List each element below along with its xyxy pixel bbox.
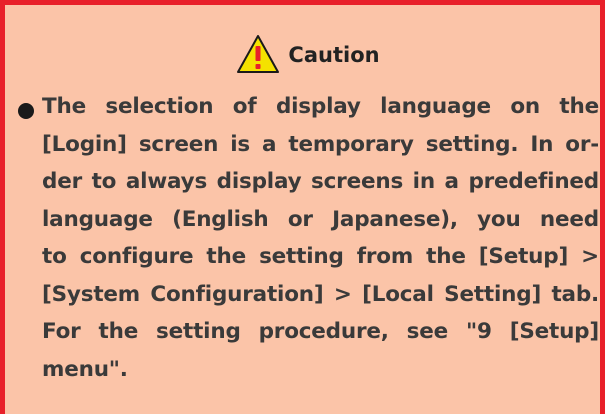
caution-title: Caution (288, 42, 380, 67)
body-line: [Login] screen is a temporary setting. I… (42, 131, 599, 157)
caution-body: The selection of display language on the… (42, 88, 599, 388)
body-line: to configure the setting from the [Setup… (42, 244, 599, 269)
body-line: For the setting procedure, see "9 [Setup… (42, 319, 599, 344)
body-line: [System Configuration] > [Local Setting]… (42, 281, 599, 307)
warning-triangle-icon (237, 35, 280, 73)
bullet-icon (18, 103, 34, 119)
caution-box: Caution The selection of display languag… (0, 0, 605, 414)
body-line: der to always display screens in a prede… (42, 169, 599, 194)
body-line: language (English or Japanese), you need (42, 206, 599, 232)
body-line: The selection of display language on the (42, 94, 599, 119)
caution-header: Caution (5, 31, 605, 77)
body-line: menu". (42, 356, 128, 382)
